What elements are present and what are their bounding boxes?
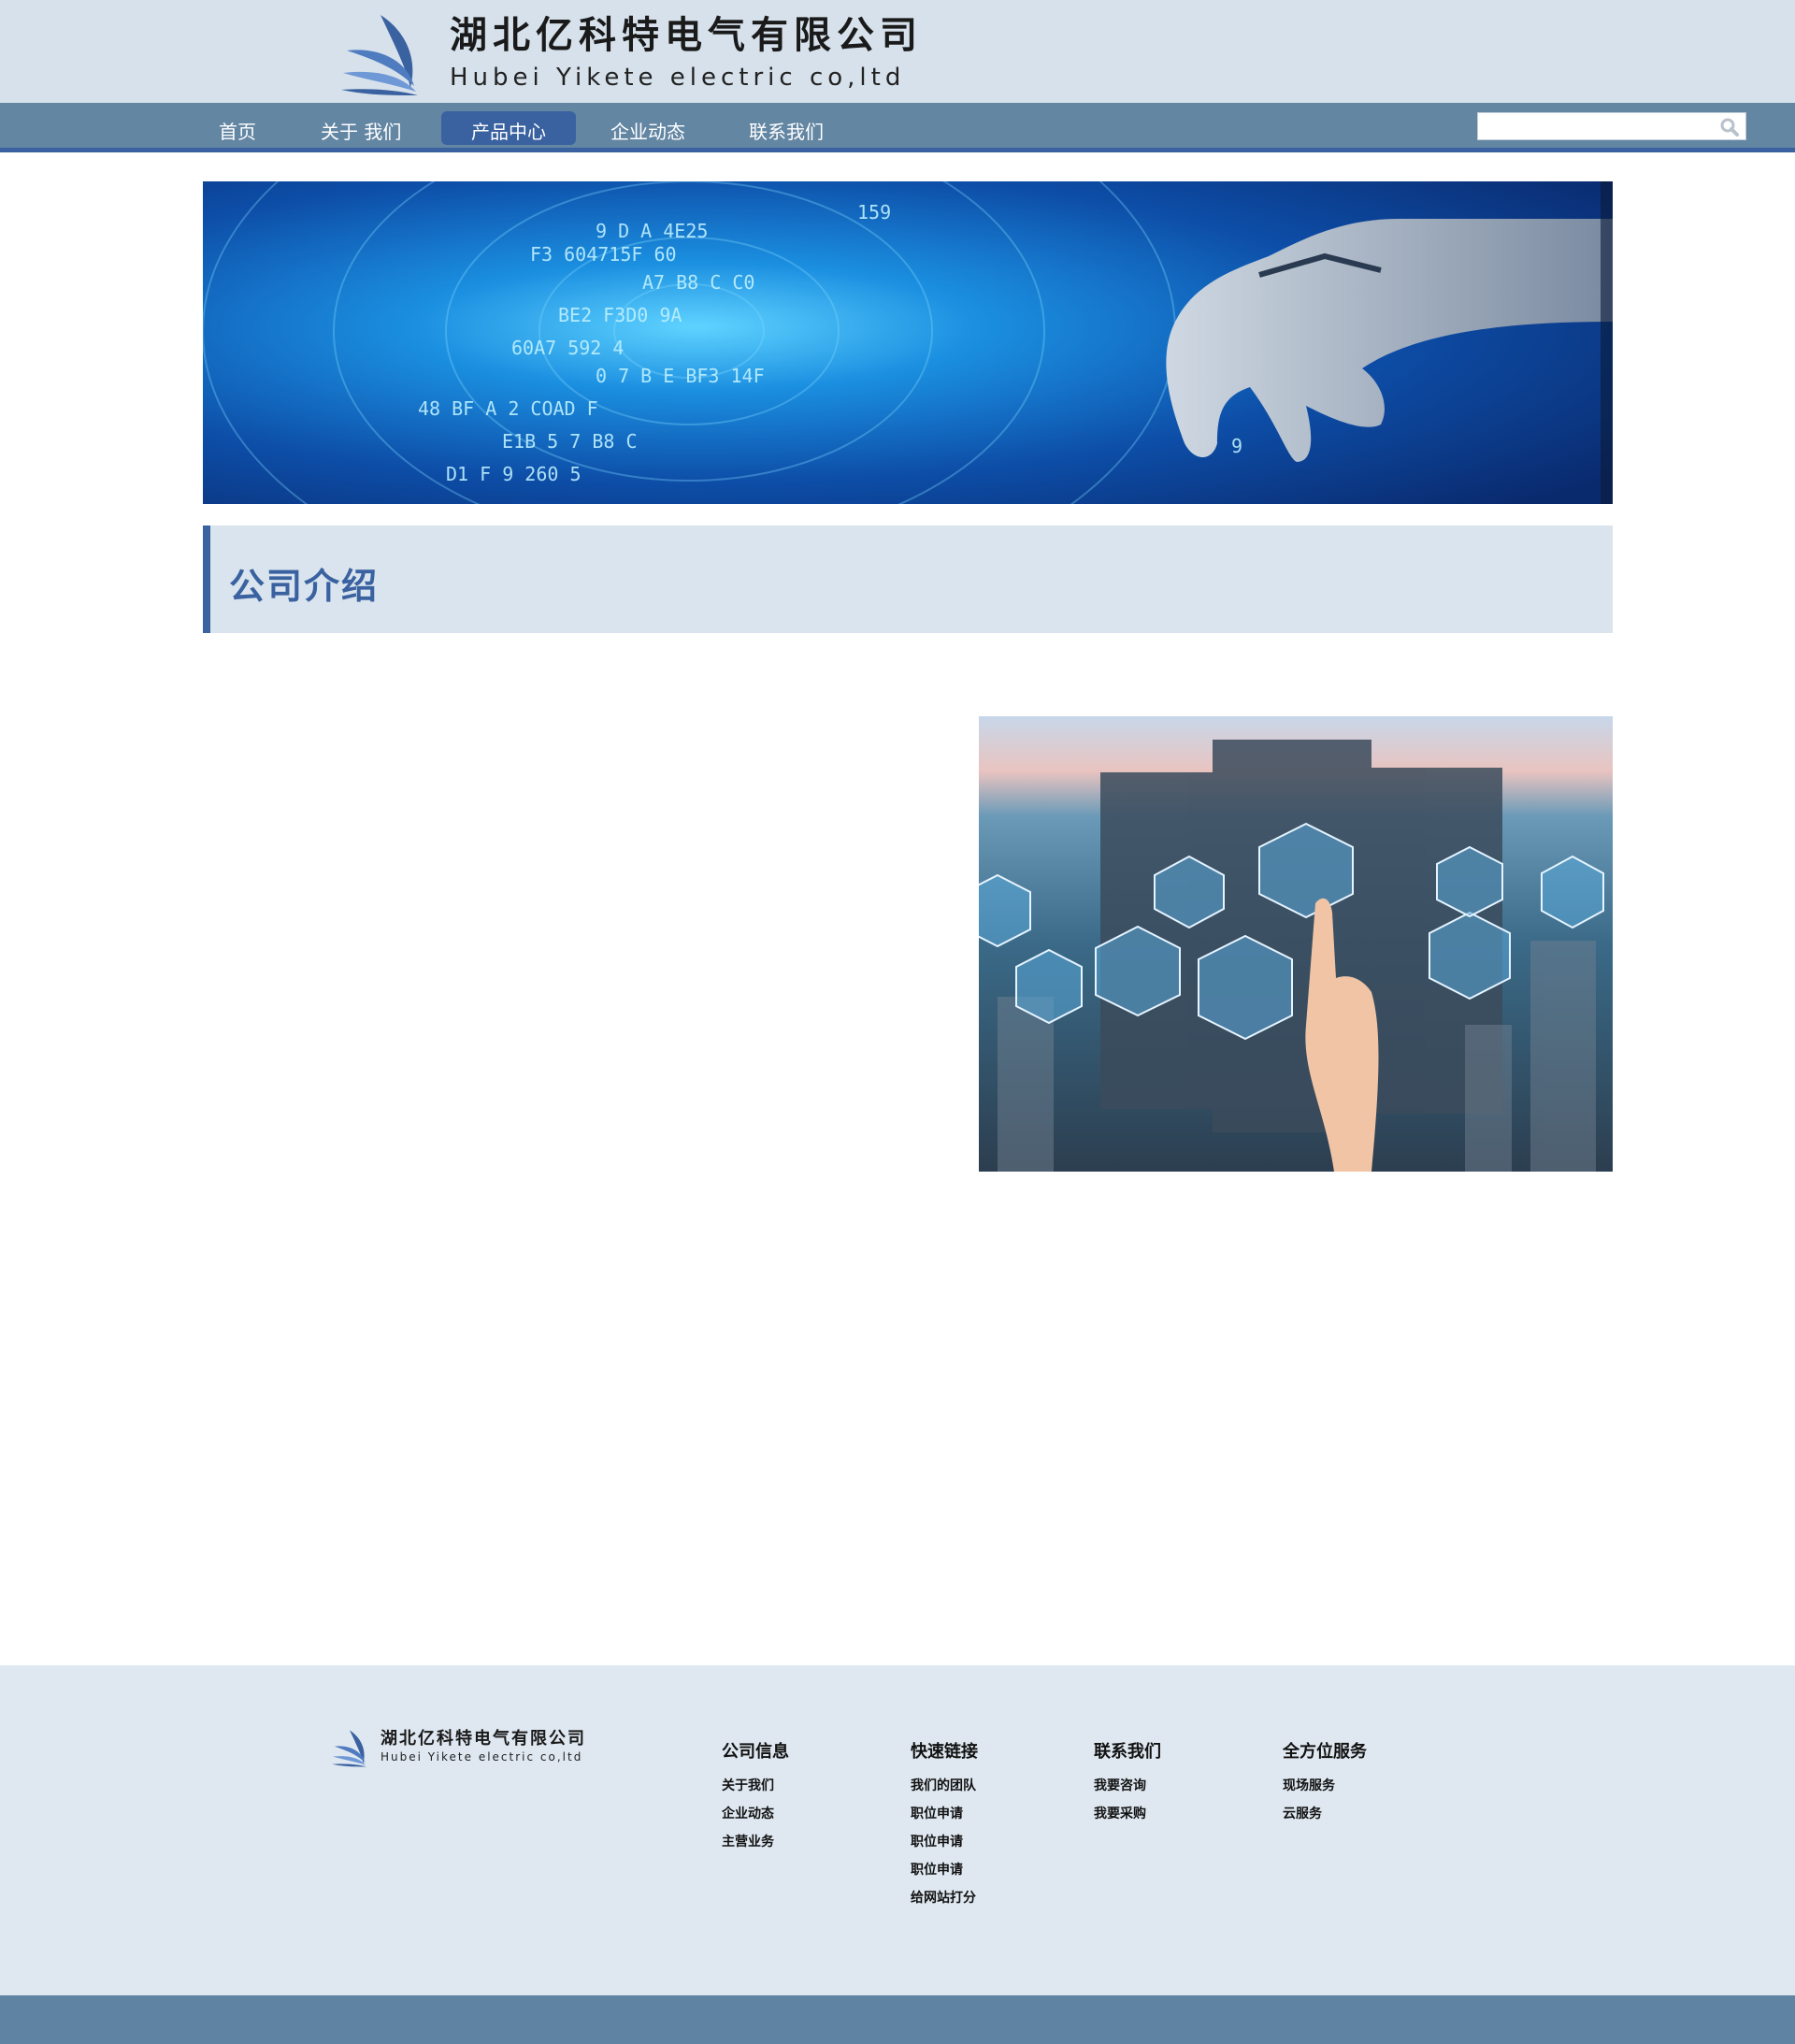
footer-link[interactable]: 我要咨询 — [1094, 1772, 1161, 1800]
hero-banner: 9 D A 4E25 F3 604715F 60 A7 B8 C C0 BE2 … — [203, 181, 1613, 504]
wing-logo-icon — [341, 15, 418, 95]
digital-robot-hand-image: 9 D A 4E25 F3 604715F 60 A7 B8 C C0 BE2 … — [203, 181, 1613, 504]
company-logo[interactable]: 湖北亿科特电气有限公司 Hubei Yikete electric co,ltd — [341, 13, 923, 97]
footer-link[interactable]: 关于我们 — [722, 1772, 789, 1800]
nav-about[interactable]: 关于 我们 — [321, 118, 401, 146]
footer-col-title: 快速链接 — [911, 1742, 978, 1762]
bottom-bar — [0, 1995, 1795, 2044]
company-name-en: Hubei Yikete electric co,ltd — [450, 64, 906, 92]
section-header: 公司介绍 — [203, 525, 1613, 633]
svg-text:BE2 F3D0 9A: BE2 F3D0 9A — [558, 304, 682, 326]
footer-col-company-info: 公司信息 关于我们 企业动态 主营业务 — [722, 1738, 789, 1856]
footer-col-title: 全方位服务 — [1283, 1742, 1367, 1762]
site-header: 湖北亿科特电气有限公司 Hubei Yikete electric co,ltd — [0, 0, 1795, 103]
footer-link[interactable]: 我们的团队 — [911, 1772, 978, 1800]
footer-link[interactable]: 主营业务 — [722, 1828, 789, 1856]
footer-link[interactable]: 职位申请 — [911, 1856, 978, 1884]
datacenter-hexagon-image — [979, 716, 1613, 1172]
svg-text:159: 159 — [857, 201, 891, 223]
footer-link[interactable]: 我要采购 — [1094, 1800, 1161, 1828]
footer-col-title: 联系我们 — [1094, 1742, 1161, 1762]
footer-col-contact: 联系我们 我要咨询 我要采购 — [1094, 1738, 1161, 1828]
svg-text:0 7 B E BF3 14F: 0 7 B E BF3 14F — [596, 365, 765, 387]
search-icon[interactable] — [1719, 118, 1740, 137]
section-title: 公司介绍 — [229, 566, 380, 607]
company-name-cn: 湖北亿科特电气有限公司 — [450, 14, 923, 57]
svg-text:A7 B8 C C0: A7 B8 C C0 — [642, 271, 754, 294]
search-box — [1477, 112, 1746, 140]
svg-text:60A7 592 4: 60A7 592 4 — [511, 337, 624, 359]
footer-col-services: 全方位服务 现场服务 云服务 — [1283, 1738, 1367, 1828]
site-footer: 湖北亿科特电气有限公司 Hubei Yikete electric co,ltd… — [0, 1665, 1795, 1995]
nav-home[interactable]: 首页 — [219, 118, 256, 146]
main-nav: 首页 关于 我们 产品中心 企业动态 联系我们 — [0, 103, 1795, 152]
footer-link[interactable]: 给网站打分 — [911, 1884, 978, 1912]
svg-text:D1 F 9 260 5: D1 F 9 260 5 — [446, 463, 582, 485]
nav-news[interactable]: 企业动态 — [610, 118, 685, 146]
footer-company-name-en: Hubei Yikete electric co,ltd — [381, 1750, 583, 1763]
svg-text:9: 9 — [1231, 435, 1242, 457]
content-image — [979, 716, 1613, 1172]
footer-link[interactable]: 职位申请 — [911, 1800, 978, 1828]
footer-col-title: 公司信息 — [722, 1742, 789, 1762]
footer-company-name-cn: 湖北亿科特电气有限公司 — [381, 1729, 586, 1749]
search-input[interactable] — [1478, 113, 1712, 139]
footer-link[interactable]: 企业动态 — [722, 1800, 789, 1828]
nav-contact[interactable]: 联系我们 — [749, 118, 824, 146]
nav-products[interactable]: 产品中心 — [441, 111, 576, 145]
footer-link[interactable]: 现场服务 — [1283, 1772, 1367, 1800]
footer-col-quick-links: 快速链接 我们的团队 职位申请 职位申请 职位申请 给网站打分 — [911, 1738, 978, 1912]
svg-text:E1B 5 7 B8 C: E1B 5 7 B8 C — [502, 430, 638, 453]
svg-text:F3 604715F 60: F3 604715F 60 — [530, 243, 677, 266]
svg-text:48 BF A 2 COAD F: 48 BF A 2 COAD F — [418, 397, 598, 420]
footer-link[interactable]: 职位申请 — [911, 1828, 978, 1856]
footer-logo[interactable]: 湖北亿科特电气有限公司 Hubei Yikete electric co,ltd — [332, 1729, 586, 1768]
svg-text:9 D A 4E25: 9 D A 4E25 — [596, 220, 708, 242]
footer-link[interactable]: 云服务 — [1283, 1800, 1367, 1828]
wing-logo-icon — [332, 1730, 367, 1767]
